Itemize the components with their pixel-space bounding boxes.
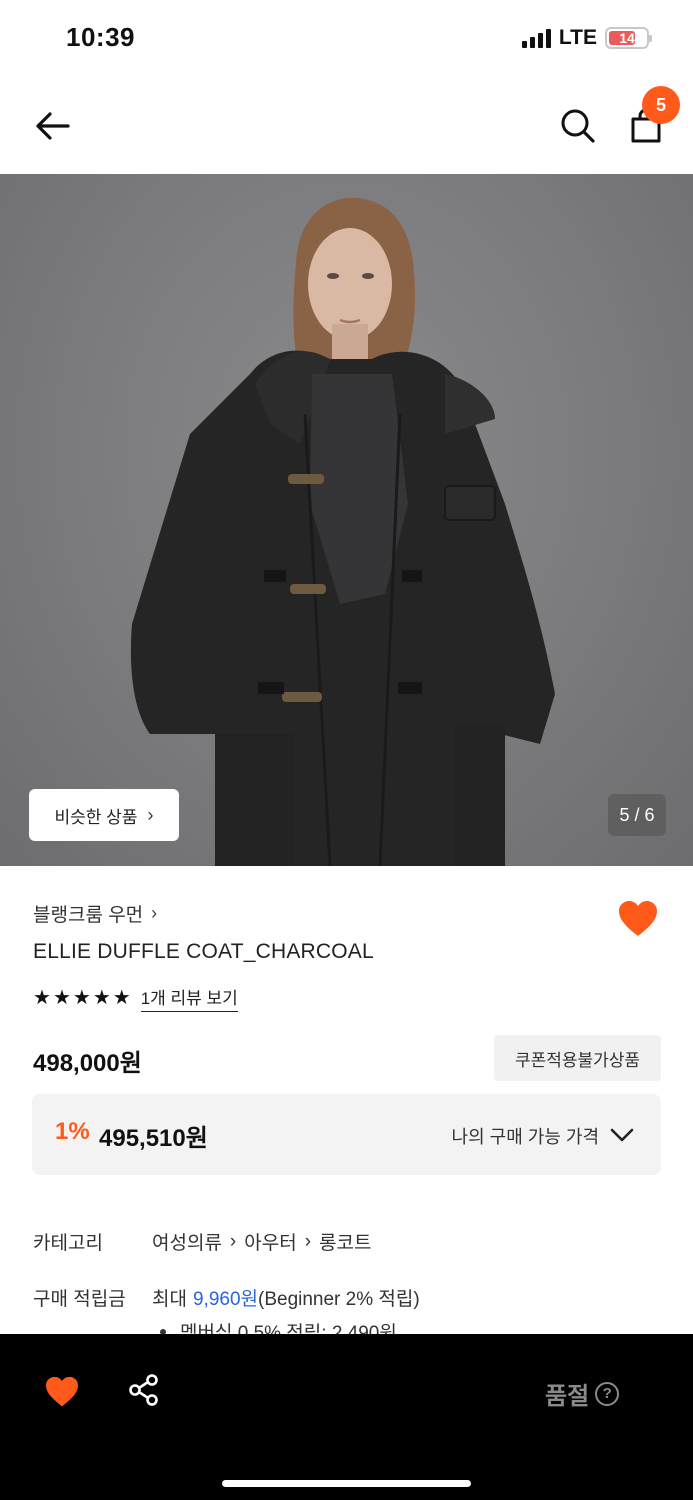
chevron-right-icon: › — [147, 804, 154, 825]
product-name: ELLIE DUFFLE COAT_CHARCOAL — [33, 940, 374, 963]
battery-icon: 14 — [605, 27, 652, 49]
category-crumb[interactable]: 롱코트 — [319, 1228, 371, 1255]
top-nav — [0, 78, 693, 174]
battery-level: 14 — [619, 30, 635, 46]
chevron-right-icon: › — [229, 1230, 237, 1252]
star-icon: ★ — [112, 987, 131, 1009]
review-link[interactable]: 1개 리뷰 보기 — [140, 984, 238, 1012]
soldout-label: 품절 — [545, 1383, 590, 1410]
discount-price: 495,510원 — [99, 1125, 208, 1152]
soldout-status: 품절 ? — [545, 1376, 620, 1411]
product-image-gallery[interactable]: 비슷한 상품 › 5 / 6 — [0, 174, 693, 866]
image-counter: 5 / 6 — [608, 794, 666, 836]
help-icon[interactable]: ? — [595, 1381, 620, 1406]
star-icon: ★ — [72, 987, 91, 1009]
category-label: 카테고리 — [33, 1233, 103, 1254]
back-arrow-icon — [36, 112, 70, 140]
points-suffix: (Beginner 2% 적립) — [258, 1289, 420, 1310]
status-bar: 10:39 LTE 14 — [0, 0, 693, 78]
chevron-right-icon: › — [151, 903, 158, 923]
wishlist-button[interactable] — [614, 895, 662, 943]
points-value: 9,960원 — [192, 1289, 258, 1310]
bottom-action-bar: 품절 ? — [0, 1334, 693, 1500]
home-indicator — [222, 1480, 471, 1487]
similar-products-label: 비슷한 상품 — [54, 807, 138, 827]
brand-name: 블랭크룸 우먼 — [33, 905, 144, 926]
points-row: 구매 적립금 최대 9,960원 (Beginner 2% 적립) — [33, 1284, 420, 1311]
signal-icon — [521, 28, 551, 48]
original-price: 498,000원 — [33, 1050, 142, 1077]
rating-row: ★ ★ ★ ★ ★ 1개 리뷰 보기 — [33, 984, 238, 1012]
heart-icon — [46, 1376, 78, 1407]
similar-products-button[interactable]: 비슷한 상품 › — [29, 789, 179, 841]
brand-link[interactable]: 블랭크룸 우먼 › — [33, 900, 157, 927]
status-indicators: LTE 14 — [521, 26, 652, 50]
category-breadcrumb: 여성의류 › 아우터 › 롱코트 — [152, 1228, 371, 1255]
category-crumb[interactable]: 아우터 — [244, 1228, 296, 1255]
coupon-badge: 쿠폰적용불가상품 — [494, 1035, 661, 1081]
status-time: 10:39 — [66, 22, 135, 52]
chevron-down-icon — [610, 1128, 634, 1142]
bottom-wishlist-button[interactable] — [40, 1370, 84, 1414]
points-prefix: 최대 — [152, 1289, 187, 1310]
rating-stars: ★ ★ ★ ★ ★ — [33, 988, 131, 1008]
chevron-right-icon: › — [304, 1230, 312, 1252]
heart-icon — [619, 901, 657, 936]
share-button[interactable] — [122, 1368, 166, 1412]
discount-percent: 1% — [55, 1118, 90, 1145]
network-label: LTE — [558, 26, 597, 49]
star-icon: ★ — [52, 987, 71, 1009]
share-icon — [129, 1374, 158, 1406]
cart-count-badge: 5 — [642, 86, 680, 124]
star-icon: ★ — [33, 987, 51, 1009]
star-icon: ★ — [92, 987, 111, 1009]
my-price-dropdown[interactable]: 1% 495,510원 나의 구매 가능 가격 — [32, 1094, 661, 1175]
back-button[interactable] — [28, 102, 76, 150]
search-button[interactable] — [554, 102, 602, 150]
search-icon — [561, 109, 595, 143]
category-crumb[interactable]: 여성의류 — [152, 1228, 222, 1255]
my-price-label: 나의 구매 가능 가격 — [451, 1127, 599, 1147]
product-photo — [130, 197, 555, 866]
category-row: 카테고리 여성의류 › 아우터 › 롱코트 — [33, 1228, 371, 1255]
points-label: 구매 적립금 — [33, 1289, 126, 1310]
